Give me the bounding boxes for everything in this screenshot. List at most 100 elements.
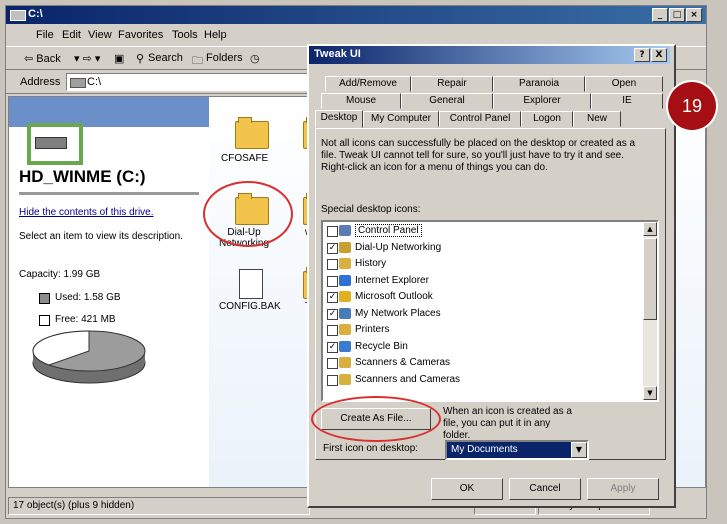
close-button[interactable]: × (686, 8, 702, 22)
item-icon (339, 241, 351, 253)
address-value: C:\ (87, 76, 102, 88)
menu-view[interactable]: View (88, 29, 112, 41)
search-icon: ⚲ (136, 53, 145, 65)
list-item-label: Scanners and Cameras (355, 373, 461, 385)
tab-control-panel[interactable]: Control Panel (439, 111, 521, 127)
icon-label-cfosafe[interactable]: CFOSAFE (221, 153, 268, 164)
tab-mouse[interactable]: Mouse (321, 93, 401, 109)
tab-add-remove[interactable]: Add/Remove (325, 76, 411, 92)
history-icon[interactable]: ◷ (250, 52, 260, 65)
item-icon (339, 324, 351, 335)
help-button[interactable]: ? (634, 48, 650, 62)
checkbox[interactable] (327, 325, 338, 336)
tab-open[interactable]: Open (585, 76, 663, 92)
tab-explorer[interactable]: Explorer (493, 93, 591, 109)
menu-edit[interactable]: Edit (62, 29, 81, 41)
checkbox[interactable]: ✓ (327, 341, 338, 353)
item-icon (339, 357, 351, 368)
highlight-circle (311, 396, 441, 442)
list-item-label: Printers (355, 324, 390, 335)
first-icon-label: First icon on desktop: (323, 443, 419, 454)
list-item[interactable]: Scanners & Cameras (327, 356, 627, 372)
back-button[interactable]: ⇦ Back (24, 52, 61, 65)
search-button[interactable]: Search (148, 52, 183, 64)
checkbox[interactable]: ✓ (327, 242, 338, 254)
tab-ie[interactable]: IE (591, 93, 663, 109)
drive-icon (10, 10, 26, 21)
menu-tools[interactable]: Tools (172, 29, 198, 41)
checkbox[interactable] (327, 259, 338, 270)
divider (19, 192, 199, 195)
forward-arrow-icon[interactable]: ▾ ⇨ ▾ (74, 52, 100, 65)
up-folder-icon[interactable]: ▣ (114, 52, 124, 65)
used-swatch (39, 293, 50, 304)
list-item[interactable]: Control Panel (327, 224, 627, 240)
tab-new[interactable]: New (573, 111, 621, 127)
scroll-up-icon[interactable]: ▲ (643, 222, 657, 236)
folders-button[interactable]: Folders (206, 52, 243, 64)
status-objects: 17 object(s) (plus 9 hidden) (8, 497, 310, 515)
maximize-button[interactable]: □ (669, 8, 685, 22)
list-item-label: Internet Explorer (355, 274, 429, 286)
step-number-badge: 19 (668, 82, 716, 130)
tab-general[interactable]: General (401, 93, 493, 109)
first-icon-select[interactable]: My Documents ▼ (445, 440, 589, 460)
checkbox[interactable]: ✓ (327, 308, 338, 320)
ok-button[interactable]: OK (431, 478, 503, 500)
tweak-title-bar[interactable]: Tweak UI ? X (309, 46, 670, 64)
checkbox[interactable]: ✓ (327, 292, 338, 303)
list-item-label: My Network Places (355, 307, 441, 319)
list-item[interactable]: Printers (327, 323, 627, 339)
menu-bar: File Edit View Favorites Tools Help (6, 26, 706, 44)
window-controls: _ □ × (651, 8, 702, 22)
list-item-label: Recycle Bin (355, 340, 408, 352)
scroll-thumb[interactable] (643, 238, 657, 320)
drive-icon (70, 78, 86, 88)
menu-help[interactable]: Help (204, 29, 227, 41)
list-item[interactable]: ✓ Microsoft Outlook (327, 290, 627, 306)
special-icons-list[interactable]: Control Panel ✓ Dial-Up Networking History I… (321, 220, 659, 402)
list-item-label: Microsoft Outlook (355, 291, 433, 302)
address-input[interactable]: C:\ (66, 73, 328, 91)
checkbox[interactable] (327, 275, 338, 287)
scroll-down-icon[interactable]: ▼ (643, 386, 657, 400)
explorer-title: C:\ (28, 8, 43, 20)
list-item[interactable]: Internet Explorer (327, 274, 627, 290)
list-item[interactable]: History (327, 257, 627, 273)
create-note: When an icon is created as a file, you c… (443, 406, 572, 441)
explorer-title-bar[interactable]: C:\ _ □ × (6, 6, 706, 24)
menu-favorites[interactable]: Favorites (118, 29, 163, 41)
chevron-down-icon[interactable]: ▼ (571, 442, 587, 458)
tab-repair[interactable]: Repair (411, 76, 493, 92)
tab-paranoia[interactable]: Paranoia (493, 76, 585, 92)
item-icon (339, 307, 351, 319)
list-item[interactable]: ✓ Recycle Bin (327, 340, 627, 356)
folder-icon[interactable] (235, 117, 269, 149)
cancel-button[interactable]: Cancel (509, 478, 581, 500)
checkbox[interactable] (327, 226, 338, 237)
config-file-icon[interactable] (239, 269, 263, 299)
hide-contents-link[interactable]: Hide the contents of this drive. (19, 207, 154, 218)
folders-icon: 🗀 (192, 55, 203, 67)
list-scrollbar[interactable]: ▲ ▼ (643, 222, 657, 400)
apply-button[interactable]: Apply (587, 478, 659, 500)
section-label: Special desktop icons: (321, 204, 421, 215)
checkbox[interactable] (327, 374, 338, 386)
tab-my-computer[interactable]: My Computer (363, 111, 439, 127)
checkbox[interactable] (327, 358, 338, 369)
icon-label-config[interactable]: CONFIG.BAK (219, 301, 281, 312)
hard-drive-icon (27, 123, 83, 165)
item-icon (339, 373, 351, 385)
tab-logon[interactable]: Logon (521, 111, 573, 127)
menu-file[interactable]: File (36, 29, 54, 41)
list-item[interactable]: ✓ My Network Places (327, 307, 627, 323)
status-objects-text: 17 object(s) (plus 9 hidden) (13, 500, 135, 511)
minimize-button[interactable]: _ (652, 8, 668, 22)
list-item[interactable]: ✓ Dial-Up Networking (327, 241, 627, 257)
free-text: Free: 421 MB (55, 314, 116, 325)
tab-desktop[interactable]: Desktop (315, 110, 363, 128)
capacity-text: Capacity: 1.99 GB (19, 269, 101, 280)
item-icon (339, 274, 351, 286)
list-item[interactable]: Scanners and Cameras (327, 373, 627, 389)
close-button[interactable]: X (651, 48, 667, 62)
